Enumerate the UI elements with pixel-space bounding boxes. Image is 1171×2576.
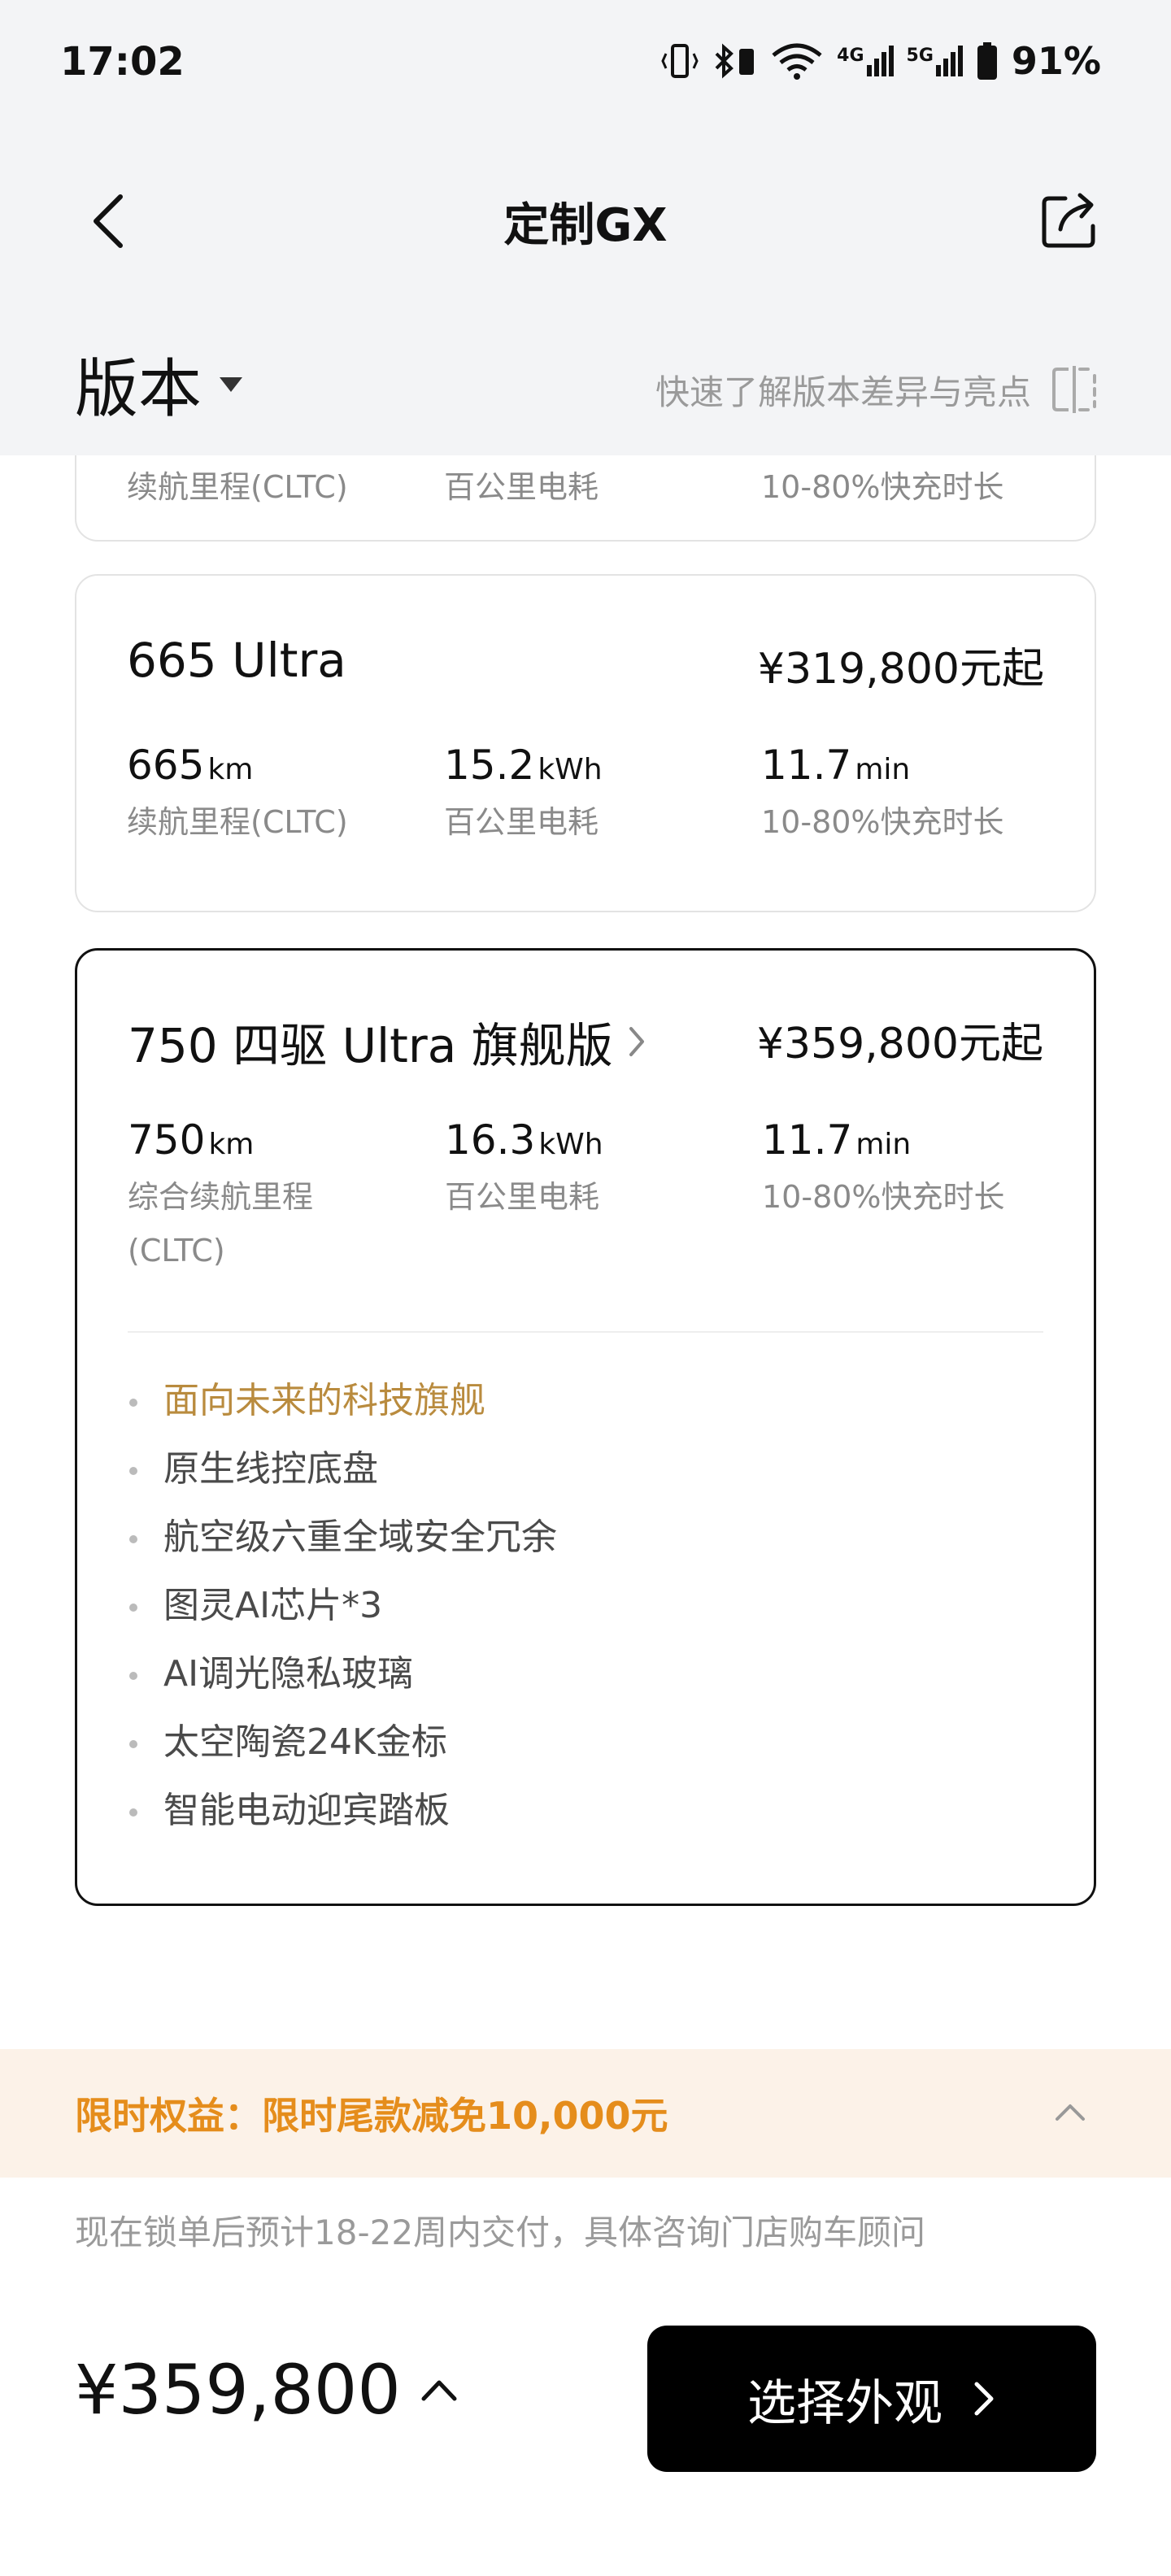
total-price-value: ¥359,800 [75, 2350, 401, 2430]
spec-label: 10-80%快充时长 [762, 1179, 1005, 1215]
spec-range: 750 km 综合续航里程 (CLTC) [128, 1116, 372, 1277]
feature-item: AI调光隐私玻璃 [128, 1640, 557, 1708]
feature-item: 太空陶瓷24K金标 [128, 1708, 557, 1777]
version-price: ¥319,800元起 [757, 645, 1044, 694]
spec-label: 续航里程(CLTC) [127, 804, 348, 840]
spec-range: 续航里程(CLTC) [127, 455, 420, 514]
choose-exterior-button[interactable]: 选择外观 [647, 2326, 1096, 2472]
page-title: 定制GX [503, 199, 668, 252]
feature-item: 航空级六重全域安全冗余 [128, 1503, 557, 1572]
status-bar: 17:02 4G 5G 91% [0, 0, 1171, 130]
spec-consumption: 16.3 kWh 百公里电耗 [445, 1116, 738, 1224]
spec-charge-time: 11.7 min 10-80%快充时长 [761, 742, 1054, 849]
delivery-note: 现在锁单后预计18-22周内交付，具体咨询门店购车顾问 [75, 2213, 926, 2252]
version-selector[interactable]: 版本 [75, 338, 202, 429]
feature-item: 图灵AI芯片*3 [128, 1572, 557, 1640]
version-list[interactable]: 续航里程(CLTC) 百公里电耗 10-80%快充时长 665 Ultra ¥3… [0, 455, 1171, 2049]
chevron-up-icon [421, 2380, 457, 2401]
feature-item: 原生线控底盘 [128, 1435, 557, 1503]
signal-4g-icon: 4G [837, 46, 894, 76]
battery-level: 91% [1011, 39, 1101, 83]
version-card-665-ultra[interactable]: 665 Ultra ¥319,800元起 665 km 续航里程(CLTC) 15… [75, 574, 1096, 912]
chevron-right-icon [629, 1027, 644, 1056]
spec-charge-time: 10-80%快充时长 [761, 455, 1054, 514]
chevron-up-icon[interactable] [1054, 2096, 1086, 2129]
spec-consumption: 百公里电耗 [444, 455, 737, 514]
battery-icon [977, 42, 997, 80]
signal-5g-icon: 5G [907, 46, 963, 76]
wifi-icon [772, 43, 822, 80]
total-price[interactable]: ¥359,800 [75, 2350, 458, 2430]
nav-bar: 定制GX [0, 130, 1171, 309]
caret-down-icon[interactable] [220, 377, 242, 392]
spec-label: 10-80%快充时长 [761, 469, 1004, 505]
compare-icon [1052, 366, 1096, 413]
spec-charge-time: 11.7 min 10-80%快充时长 [762, 1116, 1055, 1224]
version-price: ¥359,800元起 [756, 1020, 1043, 1068]
version-card-750-ultra-flagship[interactable]: 750 四驱 Ultra 旗舰版 ¥359,800元起 750 km 综合续航里程… [75, 948, 1096, 1906]
feature-item: 智能电动迎宾踏板 [128, 1777, 557, 1845]
version-name: 665 Ultra [127, 633, 346, 688]
spec-label: 百公里电耗 [445, 1179, 600, 1215]
spec-label: 续航里程(CLTC) [127, 469, 348, 505]
version-header: 版本 快速了解版本差异与亮点 [0, 309, 1171, 455]
share-icon[interactable] [1039, 189, 1101, 250]
choose-exterior-label: 选择外观 [747, 2374, 942, 2432]
status-icons: 4G 5G 91% [660, 39, 1101, 83]
compare-versions-text: 快速了解版本差异与亮点 [655, 372, 1031, 412]
spec-consumption: 15.2 kWh 百公里电耗 [444, 742, 737, 849]
version-card-partial[interactable]: 续航里程(CLTC) 百公里电耗 10-80%快充时长 [75, 455, 1096, 542]
divider [128, 1331, 1043, 1333]
feature-list: 面向未来的科技旗舰 原生线控底盘 航空级六重全域安全冗余 图灵AI芯片*3 AI… [128, 1367, 557, 1845]
status-time: 17:02 [60, 39, 185, 85]
spec-label: 百公里电耗 [444, 804, 599, 840]
promo-text: 限时权益：限时尾款减免10,000元 [75, 2094, 668, 2138]
spec-range: 665 km 续航里程(CLTC) [127, 742, 420, 849]
spec-label: 综合续航里程 (CLTC) [128, 1179, 314, 1268]
bluetooth-battery-icon [715, 43, 755, 79]
compare-versions-link[interactable]: 快速了解版本差异与亮点 [655, 364, 1098, 415]
feature-item: 面向未来的科技旗舰 [128, 1367, 557, 1435]
vibrate-icon [661, 44, 699, 78]
promo-banner[interactable]: 限时权益：限时尾款减免10,000元 [0, 2049, 1171, 2178]
spec-label: 百公里电耗 [444, 469, 599, 505]
chevron-right-icon [974, 2382, 994, 2416]
spec-label: 10-80%快充时长 [761, 804, 1004, 840]
version-name[interactable]: 750 四驱 Ultra 旗舰版 [128, 1007, 649, 1076]
